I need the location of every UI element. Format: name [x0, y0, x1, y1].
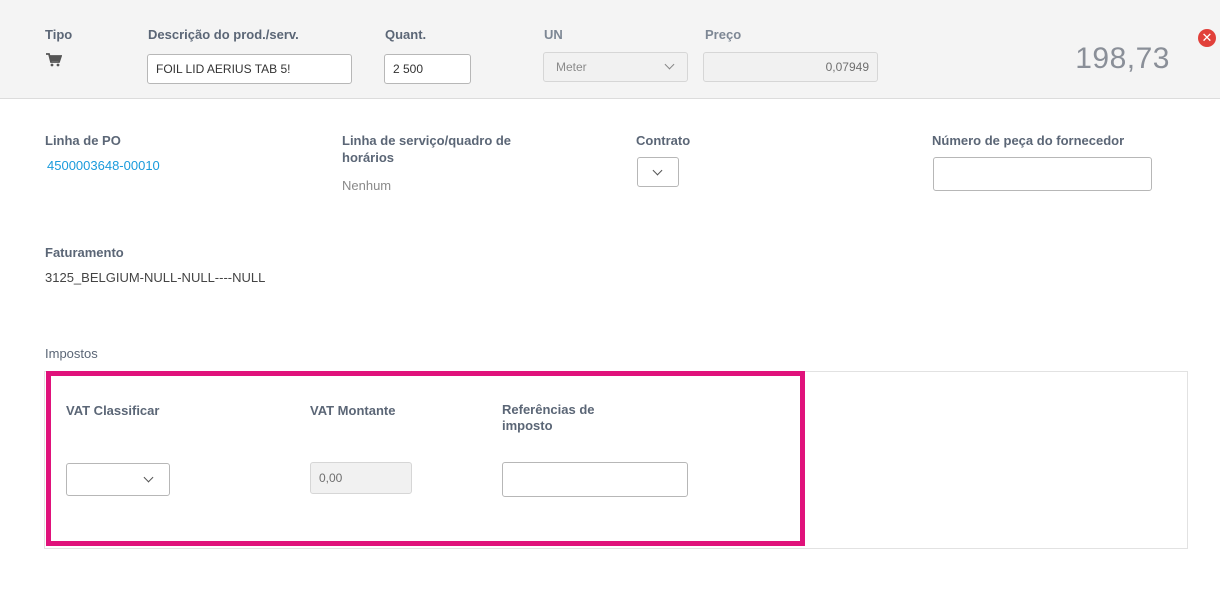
- po-line-label: Linha de PO: [45, 133, 121, 148]
- description-input[interactable]: FOIL LID AERIUS TAB 5!: [147, 54, 352, 84]
- line-item-header: [0, 0, 1220, 99]
- unit-select-value: Meter: [556, 60, 587, 74]
- descricao-label: Descrição do prod./serv.: [148, 27, 299, 42]
- contract-select[interactable]: [637, 157, 679, 187]
- quantity-input[interactable]: 2 500: [384, 54, 471, 84]
- supplier-part-input[interactable]: [933, 157, 1152, 191]
- billing-value: 3125_BELGIUM-NULL-NULL----NULL: [45, 270, 266, 285]
- supplier-part-label: Número de peça do fornecedor: [932, 133, 1125, 148]
- billing-label: Faturamento: [45, 245, 124, 260]
- chevron-down-icon: [664, 59, 675, 70]
- quant-label: Quant.: [385, 27, 427, 42]
- price-input: 0,07949: [703, 52, 878, 82]
- unit-select: Meter: [543, 52, 688, 82]
- line-total: 198,73: [1075, 42, 1170, 75]
- close-icon[interactable]: ✕: [1198, 29, 1216, 47]
- highlight-box: [46, 371, 805, 546]
- taxes-section-label: Impostos: [45, 346, 98, 361]
- service-line-label: Linha de serviço/quadro de horários: [342, 133, 512, 165]
- chevron-down-icon: [652, 165, 663, 176]
- service-line-value: Nenhum: [342, 178, 392, 193]
- contract-label: Contrato: [636, 133, 691, 148]
- shopping-cart-icon: [46, 53, 62, 67]
- po-line-link[interactable]: 4500003648-00010: [47, 158, 160, 173]
- preco-label: Preço: [705, 27, 742, 42]
- un-label: UN: [544, 27, 563, 42]
- tipo-label: Tipo: [45, 27, 73, 42]
